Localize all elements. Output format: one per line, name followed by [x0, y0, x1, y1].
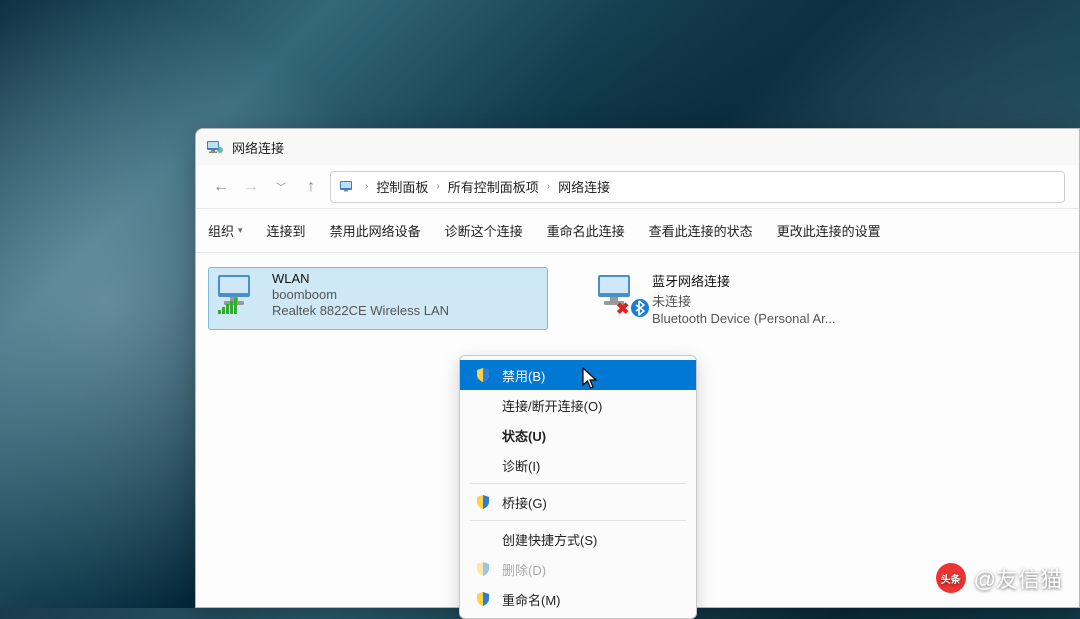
connection-status: 未连接	[652, 291, 836, 310]
menu-item-diagnose[interactable]: 诊断(I)	[460, 450, 696, 480]
menu-item-bridge[interactable]: 桥接(G)	[460, 487, 696, 517]
organize-button[interactable]: 组织 ▾	[208, 221, 243, 240]
shield-icon	[474, 493, 492, 511]
connection-item-wlan[interactable]: WLAN boomboom Realtek 8822CE Wireless LA…	[208, 267, 548, 330]
disable-device-button[interactable]: 禁用此网络设备	[330, 221, 421, 240]
connection-device: Bluetooth Device (Personal Ar...	[652, 311, 836, 326]
chevron-right-icon: ›	[365, 181, 368, 192]
connect-to-button[interactable]: 连接到	[267, 221, 306, 240]
change-settings-button[interactable]: 更改此连接的设置	[777, 221, 881, 240]
disconnected-x-icon: ✖	[616, 299, 629, 319]
shield-icon	[474, 590, 492, 608]
wlan-adapter-icon	[212, 271, 262, 319]
breadcrumb[interactable]: › 控制面板 › 所有控制面板项 › 网络连接	[330, 171, 1065, 203]
menu-item-delete: 删除(D)	[460, 554, 696, 584]
menu-item-disable[interactable]: 禁用(B)	[460, 360, 696, 390]
rename-button[interactable]: 重命名此连接	[547, 221, 625, 240]
up-button[interactable]: ↑	[300, 176, 322, 198]
navigation-bar: ← → ﹀ ↑ › 控制面板 › 所有控制面板项 › 网络连接	[196, 165, 1079, 209]
network-connections-icon	[206, 138, 224, 156]
menu-item-status[interactable]: 状态(U)	[460, 420, 696, 450]
command-bar: 组织 ▾ 连接到 禁用此网络设备 诊断这个连接 重命名此连接 查看此连接的状态 …	[196, 209, 1079, 253]
breadcrumb-item[interactable]: 控制面板	[376, 177, 428, 196]
breadcrumb-item[interactable]: 网络连接	[558, 177, 610, 196]
breadcrumb-item[interactable]: 所有控制面板项	[448, 177, 539, 196]
menu-item-create-shortcut[interactable]: 创建快捷方式(S)	[460, 524, 696, 554]
chevron-down-icon: ▾	[238, 225, 243, 236]
connections-pane: WLAN boomboom Realtek 8822CE Wireless LA…	[196, 253, 1079, 344]
chevron-right-icon: ›	[547, 181, 550, 192]
window-title: 网络连接	[232, 138, 284, 157]
diagnose-button[interactable]: 诊断这个连接	[445, 221, 523, 240]
view-status-button[interactable]: 查看此连接的状态	[649, 221, 753, 240]
wifi-signal-icon	[218, 298, 240, 319]
chevron-right-icon: ›	[436, 181, 439, 192]
back-button[interactable]: ←	[210, 176, 232, 198]
cursor-icon	[582, 367, 600, 394]
forward-button[interactable]: →	[240, 176, 262, 198]
connection-device: Realtek 8822CE Wireless LAN	[272, 303, 449, 318]
connection-status: boomboom	[272, 287, 449, 302]
watermark-handle: @友信猫	[974, 562, 1062, 594]
context-menu: 禁用(B) 连接/断开连接(O) 状态(U) 诊断(I) 桥接(G) 创建快捷方…	[459, 355, 697, 619]
menu-item-rename[interactable]: 重命名(M)	[460, 584, 696, 614]
titlebar[interactable]: 网络连接	[196, 129, 1079, 165]
watermark: 头条 @友信猫	[936, 562, 1062, 594]
connection-item-bluetooth[interactable]: ✖ 蓝牙网络连接 未连接 Bluetooth Device (Personal …	[588, 267, 928, 330]
bluetooth-icon	[630, 298, 650, 321]
shield-icon	[474, 366, 492, 384]
menu-item-connect-disconnect[interactable]: 连接/断开连接(O)	[460, 390, 696, 420]
watermark-logo-icon: 头条	[936, 563, 966, 593]
breadcrumb-icon	[339, 178, 357, 196]
connection-name: 蓝牙网络连接	[652, 271, 836, 290]
connection-name: WLAN	[272, 271, 449, 286]
recent-dropdown[interactable]: ﹀	[270, 176, 292, 198]
bluetooth-adapter-icon: ✖	[592, 271, 642, 319]
shield-icon	[474, 560, 492, 578]
